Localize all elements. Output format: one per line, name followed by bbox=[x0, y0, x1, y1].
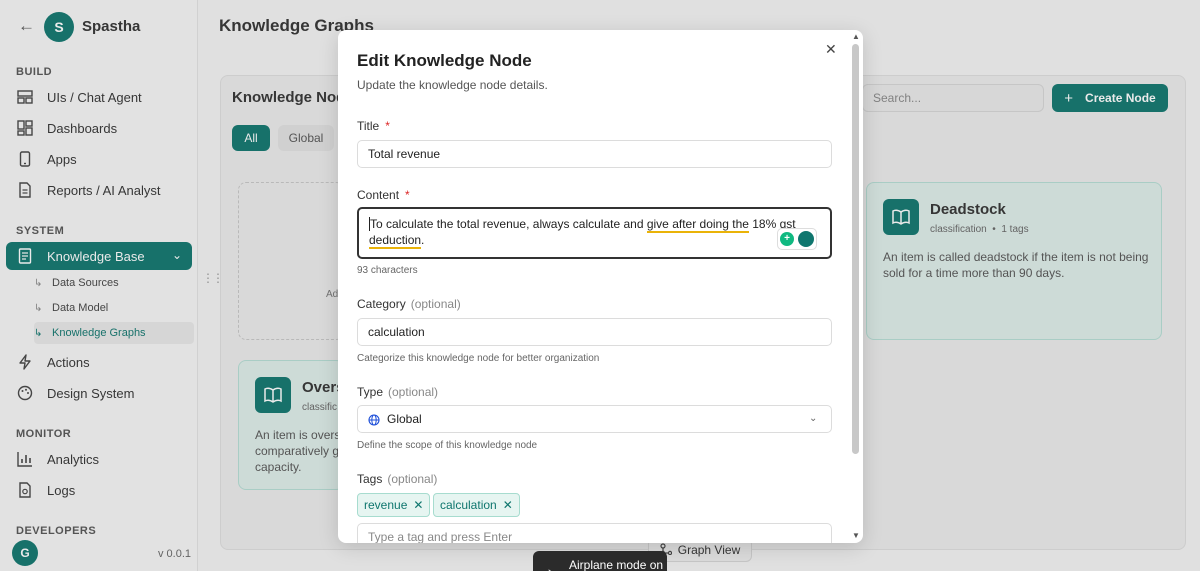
optional-marker: (optional) bbox=[387, 472, 438, 486]
close-icon[interactable]: ✕ bbox=[825, 41, 837, 58]
scrollbar[interactable] bbox=[852, 44, 859, 454]
label-text: Type bbox=[357, 385, 384, 399]
remove-tag-icon[interactable]: ✕ bbox=[413, 498, 423, 512]
tag-label: calculation bbox=[440, 498, 497, 512]
type-hint: Define the scope of this knowledge node bbox=[357, 440, 538, 451]
category-input[interactable]: calculation bbox=[357, 318, 832, 346]
label-text: Category bbox=[357, 297, 406, 311]
label-text: Tags bbox=[357, 472, 383, 486]
content-text-flagged: deduction bbox=[369, 233, 422, 249]
title-label: Title * bbox=[357, 119, 390, 133]
content-textarea[interactable]: To calculate the total revenue, always c… bbox=[357, 207, 832, 259]
title-input[interactable]: Total revenue bbox=[357, 140, 832, 168]
globe-icon bbox=[368, 413, 380, 431]
required-marker: * bbox=[405, 188, 410, 202]
airplane-mode-toast: ✈ Airplane mode on bbox=[533, 551, 667, 571]
type-select[interactable]: Global bbox=[357, 405, 832, 433]
content-text-flagged: give after doing the bbox=[646, 217, 749, 233]
content-label: Content * bbox=[357, 188, 410, 202]
assistant-logo-icon[interactable] bbox=[798, 231, 814, 247]
label-text: Content bbox=[357, 188, 400, 202]
modal-subtitle: Update the knowledge node details. bbox=[357, 78, 548, 92]
edit-node-modal: ✕ Edit Knowledge Node Update the knowled… bbox=[338, 30, 863, 543]
required-marker: * bbox=[385, 119, 390, 133]
remove-tag-icon[interactable]: ✕ bbox=[503, 498, 513, 512]
content-text: . bbox=[421, 233, 425, 247]
assistant-plus-icon[interactable]: + bbox=[780, 232, 794, 246]
label-text: Title bbox=[357, 119, 380, 133]
tags-label: Tags (optional) bbox=[357, 472, 437, 486]
tag-chip: calculation ✕ bbox=[433, 493, 520, 517]
content-text: To calculate the total revenue, always c… bbox=[370, 217, 647, 231]
writing-assistant[interactable]: + bbox=[777, 228, 817, 250]
scroll-up-icon[interactable]: ▲ bbox=[852, 32, 860, 41]
type-label: Type (optional) bbox=[357, 385, 438, 399]
airplane-icon: ✈ bbox=[545, 560, 555, 571]
category-hint: Categorize this knowledge node for bette… bbox=[357, 353, 600, 364]
scroll-down-icon[interactable]: ▼ bbox=[852, 531, 860, 540]
category-label: Category (optional) bbox=[357, 297, 461, 311]
toast-text: Airplane mode on bbox=[569, 558, 664, 571]
optional-marker: (optional) bbox=[410, 297, 461, 311]
tag-input[interactable]: Type a tag and press Enter bbox=[357, 523, 832, 543]
optional-marker: (optional) bbox=[388, 385, 439, 399]
tag-label: revenue bbox=[364, 498, 408, 512]
chevron-down-icon[interactable]: ⌄ bbox=[809, 413, 817, 424]
char-count: 93 characters bbox=[357, 265, 418, 276]
modal-title: Edit Knowledge Node bbox=[357, 51, 532, 70]
tag-chip: revenue ✕ bbox=[357, 493, 431, 517]
